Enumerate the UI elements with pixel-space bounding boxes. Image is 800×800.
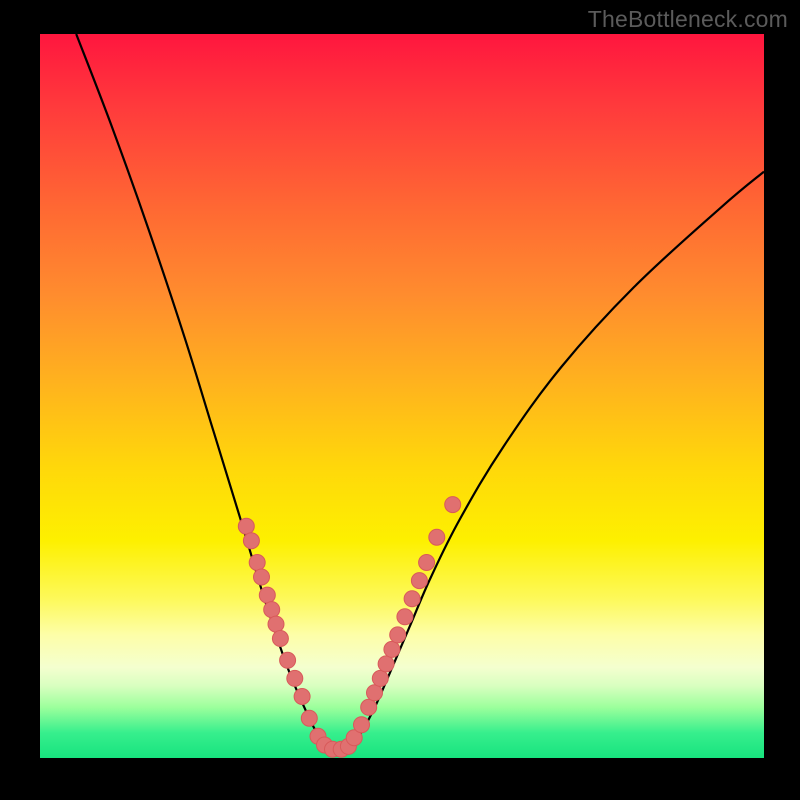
bottleneck-curve xyxy=(76,34,764,751)
curve-svg xyxy=(40,34,764,758)
data-marker xyxy=(384,641,400,657)
data-marker xyxy=(287,670,303,686)
data-marker xyxy=(238,518,254,534)
data-marker xyxy=(397,609,413,625)
data-marker xyxy=(268,616,284,632)
data-marker xyxy=(280,652,296,668)
chart-frame: TheBottleneck.com xyxy=(0,0,800,800)
data-marker xyxy=(272,631,288,647)
data-marker xyxy=(378,656,394,672)
data-marker xyxy=(294,689,310,705)
data-marker xyxy=(419,555,435,571)
data-marker xyxy=(264,602,280,618)
data-marker xyxy=(445,497,461,513)
data-marker xyxy=(429,529,445,545)
data-marker xyxy=(367,685,383,701)
plot-area xyxy=(40,34,764,758)
data-marker xyxy=(301,710,317,726)
data-marker xyxy=(361,699,377,715)
data-marker xyxy=(259,587,275,603)
data-marker xyxy=(411,573,427,589)
watermark-text: TheBottleneck.com xyxy=(588,6,788,33)
data-marker xyxy=(404,591,420,607)
data-marker xyxy=(249,555,265,571)
marker-group xyxy=(238,497,460,758)
data-marker xyxy=(390,627,406,643)
data-marker xyxy=(372,670,388,686)
data-marker xyxy=(254,569,270,585)
data-marker xyxy=(243,533,259,549)
data-marker xyxy=(354,717,370,733)
